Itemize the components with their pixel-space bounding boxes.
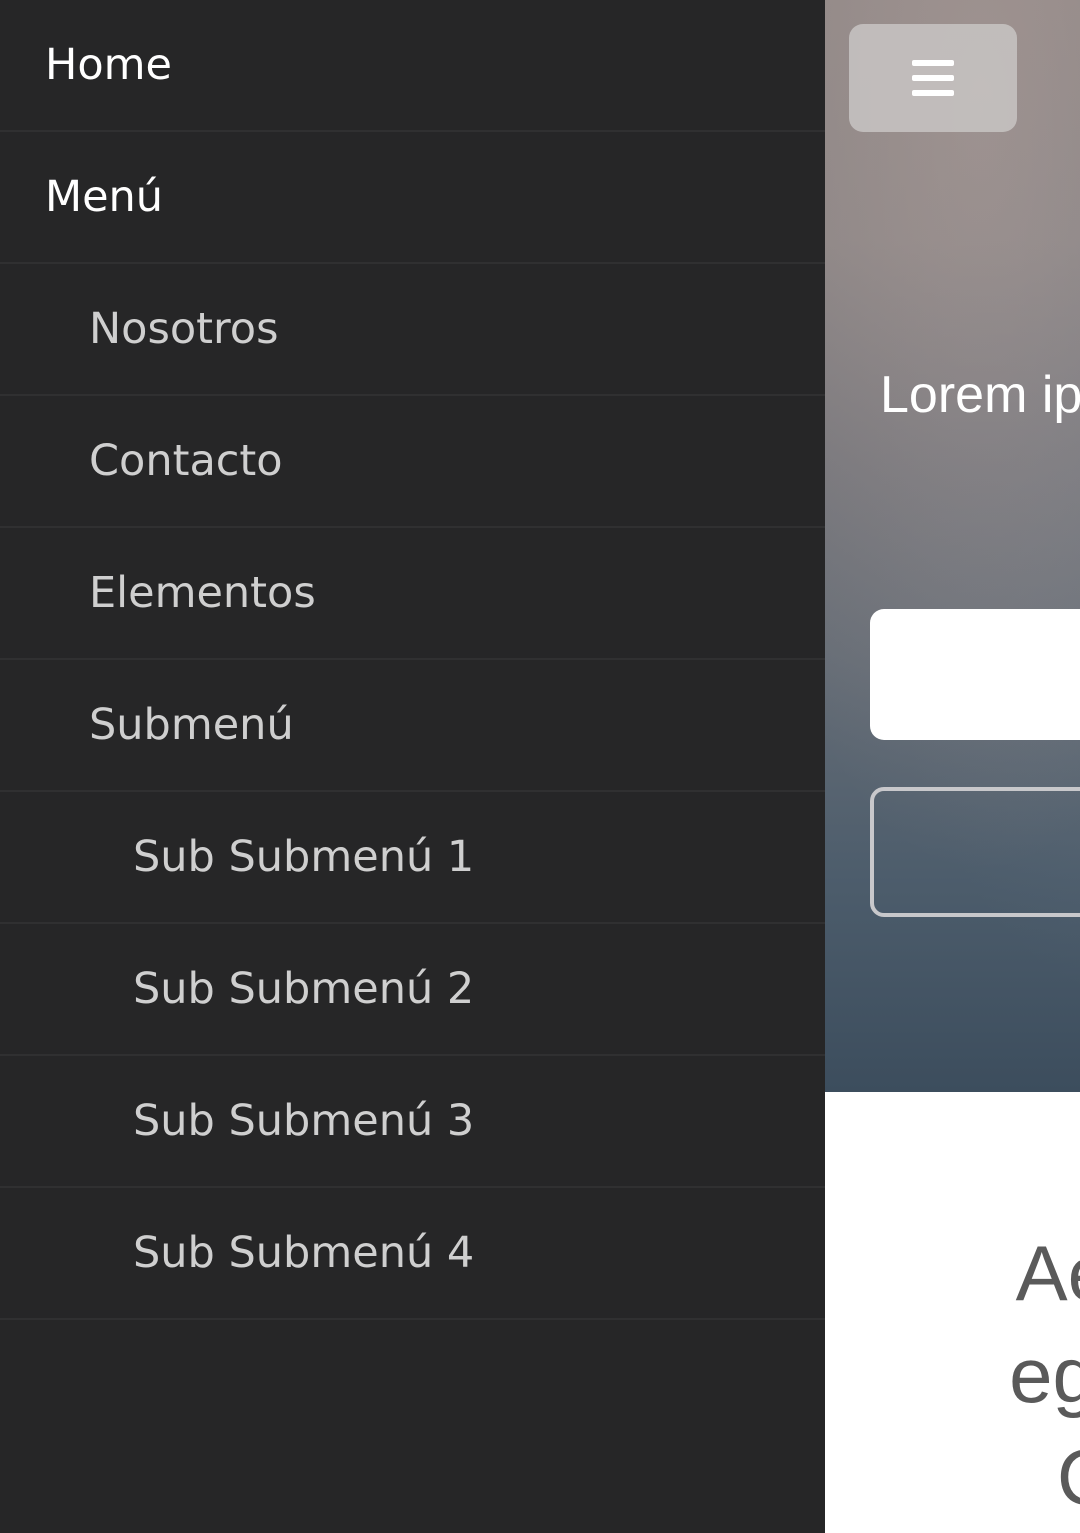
hamburger-icon	[912, 60, 954, 96]
hero-section: Lorem ip	[825, 0, 1080, 1092]
content-paragraph: Aen eget C	[825, 1222, 1080, 1528]
hero-heading: Lorem ip	[880, 366, 1080, 424]
sidebar-item-menu[interactable]: Menú	[0, 132, 825, 264]
screen: Home Menú Nosotros Contacto Elementos Su…	[0, 0, 1080, 1533]
sidebar-nav: Home Menú Nosotros Contacto Elementos Su…	[0, 0, 825, 1533]
sidebar-item-contacto[interactable]: Contacto	[0, 396, 825, 528]
sidebar-item-sub-submenu-3[interactable]: Sub Submenú 3	[0, 1056, 825, 1188]
sidebar-item-elementos[interactable]: Elementos	[0, 528, 825, 660]
sidebar-item-home[interactable]: Home	[0, 0, 825, 132]
sidebar-item-submenu[interactable]: Submenú	[0, 660, 825, 792]
hero-background	[825, 0, 1080, 1092]
sidebar-item-sub-submenu-4[interactable]: Sub Submenú 4	[0, 1188, 825, 1320]
hero-input-field[interactable]	[870, 609, 1080, 740]
sidebar-item-nosotros[interactable]: Nosotros	[0, 264, 825, 396]
sidebar-item-sub-submenu-2[interactable]: Sub Submenú 2	[0, 924, 825, 1056]
hero-outline-button[interactable]	[870, 787, 1080, 917]
content-line: eget	[1009, 1331, 1080, 1419]
menu-toggle-button[interactable]	[849, 24, 1017, 132]
sidebar-item-sub-submenu-1[interactable]: Sub Submenú 1	[0, 792, 825, 924]
main-content: Lorem ip Aen eget C	[825, 0, 1080, 1533]
content-line: C	[825, 1426, 1080, 1528]
content-line: Aen	[1015, 1229, 1080, 1317]
